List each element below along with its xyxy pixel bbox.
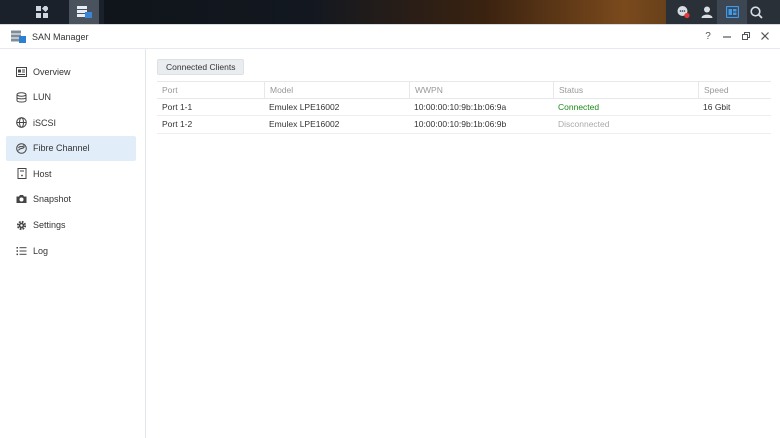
minimize-button[interactable] <box>722 30 732 42</box>
sidebar-item-label: iSCSI <box>33 117 57 128</box>
cell-wwpn: 10:00:00:10:9b:1b:06:9b <box>414 119 507 130</box>
sidebar-item-snapshot[interactable]: Snapshot <box>6 187 136 212</box>
sidebar-item-host[interactable]: Host <box>6 161 136 186</box>
sidebar: Overview LUN iSCSI Fibre Channel Host Sn… <box>0 49 146 438</box>
cell-status: Disconnected <box>558 119 610 130</box>
san-manager-app-icon <box>77 6 92 18</box>
window-title: SAN Manager <box>32 32 89 42</box>
taskbar <box>0 0 780 24</box>
sidebar-item-label: Host <box>33 168 52 179</box>
minimize-icon <box>723 36 731 38</box>
sidebar-item-label: Snapshot <box>33 194 72 205</box>
cell-model: Emulex LPE16002 <box>269 119 340 130</box>
table-row[interactable]: Port 1-2 Emulex LPE16002 10:00:00:10:9b:… <box>157 116 771 134</box>
column-header-model[interactable]: Model <box>264 82 409 98</box>
search-icon <box>749 5 763 19</box>
column-header-status[interactable]: Status <box>553 82 698 98</box>
grid-menu-icon <box>36 6 48 18</box>
sidebar-item-label: Log <box>33 245 49 256</box>
sidebar-item-iscsi[interactable]: iSCSI <box>6 110 136 135</box>
cell-status: Connected <box>558 101 600 112</box>
help-button[interactable]: ? <box>703 30 713 42</box>
log-icon <box>16 245 27 256</box>
column-header-port[interactable]: Port <box>157 82 264 98</box>
sidebar-item-label: Settings <box>33 220 66 231</box>
sidebar-item-settings[interactable]: Settings <box>6 213 136 238</box>
sidebar-item-log[interactable]: Log <box>6 238 136 263</box>
window-controls: ? <box>703 30 770 42</box>
sidebar-item-fibre-channel[interactable]: Fibre Channel <box>6 135 136 161</box>
fibre-channel-icon <box>16 142 27 154</box>
close-icon <box>761 32 769 40</box>
sidebar-item-label: Overview <box>33 66 71 77</box>
overview-icon <box>16 66 27 77</box>
main-content: Connected Clients Port Model WWPN Status… <box>147 49 780 438</box>
camera-icon <box>16 194 27 205</box>
column-header-wwpn[interactable]: WWPN <box>409 82 553 98</box>
widgets-icon <box>725 6 739 18</box>
san-manager-window: SAN Manager ? Overview LUN iSCSI Fibre C… <box>0 24 780 438</box>
restore-button[interactable] <box>741 30 751 42</box>
cell-speed: 16 Gbit <box>703 101 731 112</box>
user-icon <box>701 6 713 18</box>
table-row[interactable]: Port 1-1 Emulex LPE16002 10:00:00:10:9b:… <box>157 99 771 116</box>
san-manager-title-icon <box>11 30 26 43</box>
iscsi-icon <box>16 117 27 128</box>
table-header: Port Model WWPN Status Speed <box>157 81 771 99</box>
cell-model: Emulex LPE16002 <box>269 101 340 112</box>
cell-wwpn: 10:00:00:10:9b:1b:06:9a <box>414 101 507 112</box>
window-titlebar[interactable]: SAN Manager ? <box>0 25 780 49</box>
sidebar-item-label: Fibre Channel <box>33 143 90 154</box>
main-menu-button[interactable] <box>27 0 57 24</box>
search-button[interactable] <box>741 0 771 24</box>
close-button[interactable] <box>760 30 770 42</box>
cell-port: Port 1-2 <box>162 119 193 130</box>
ports-table: Port Model WWPN Status Speed Port 1-1 Em… <box>157 81 771 134</box>
restore-icon <box>742 32 750 40</box>
help-icon: ? <box>705 30 711 42</box>
connected-clients-button[interactable]: Connected Clients <box>157 59 245 75</box>
cell-speed <box>698 116 771 133</box>
column-header-speed[interactable]: Speed <box>698 82 771 98</box>
host-icon <box>16 168 27 180</box>
cell-port: Port 1-1 <box>162 101 193 112</box>
gear-icon <box>16 220 27 231</box>
lun-icon <box>16 91 27 103</box>
sidebar-item-lun[interactable]: LUN <box>6 85 136 110</box>
sidebar-item-label: LUN <box>33 92 52 103</box>
chat-notification-icon <box>677 6 690 19</box>
taskbar-san-manager-button[interactable] <box>69 0 99 24</box>
sidebar-item-overview[interactable]: Overview <box>6 59 136 84</box>
